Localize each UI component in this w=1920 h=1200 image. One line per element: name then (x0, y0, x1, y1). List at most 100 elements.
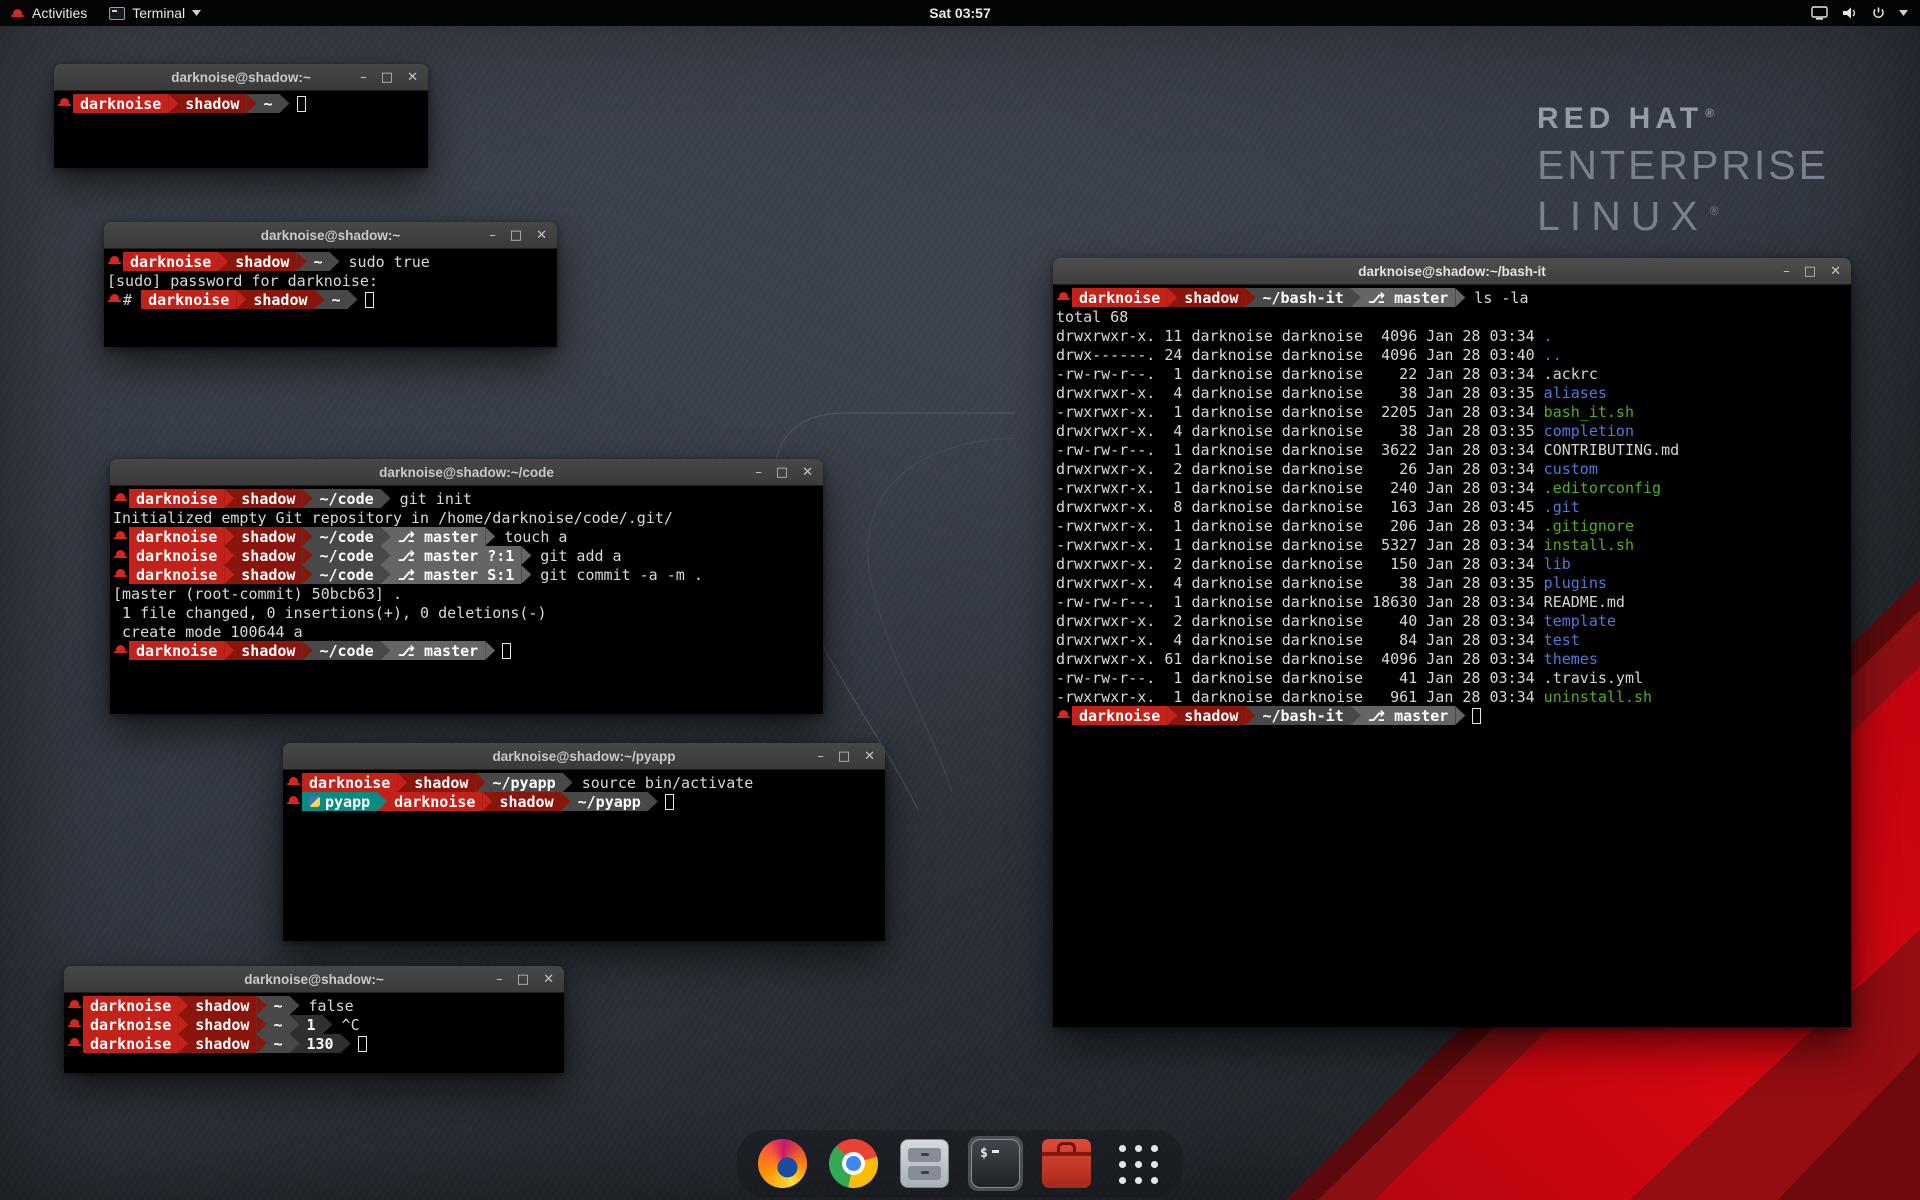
maximize-button[interactable]: □ (510, 229, 522, 242)
terminal-line: -rw-rw-r--. 1 darknoise darknoise 3622 J… (1056, 440, 1851, 459)
text-cursor (665, 794, 674, 810)
close-button[interactable]: ✕ (407, 71, 418, 84)
powerline-separator-icon (521, 565, 531, 584)
window-controls: – □ ✕ (1783, 258, 1841, 284)
terminal-text: -rwxrwxr-x. 1 darknoise darknoise 2205 J… (1056, 402, 1544, 421)
prompt-segment: darknoise (83, 1015, 178, 1034)
window-controls: – □ ✕ (755, 459, 813, 485)
powerline-separator-icon (302, 489, 312, 508)
terminal-line: darknoiseshadow~ (57, 94, 428, 113)
minimize-button[interactable]: – (360, 71, 367, 84)
powerline-separator-icon (224, 641, 234, 660)
prompt-segment: darknoise (141, 290, 236, 309)
minimize-button[interactable]: – (1783, 265, 1790, 278)
redhat-icon (113, 565, 129, 584)
terminal-content[interactable]: darknoiseshadow~/bash-it⎇ master ls -lat… (1053, 285, 1851, 1027)
powerline-separator-icon (330, 252, 340, 271)
dock-item-show-applications[interactable] (1110, 1136, 1165, 1191)
redhat-icon (57, 94, 73, 113)
window-titlebar[interactable]: darknoise@shadow:~ – □ ✕ (54, 64, 428, 91)
window-titlebar[interactable]: darknoise@shadow:~/bash-it–□✕ (1053, 258, 1851, 285)
terminal-text: -rw-rw-r--. 1 darknoise darknoise 41 Jan… (1056, 668, 1544, 687)
close-button[interactable]: ✕ (802, 466, 813, 479)
dock-item-files[interactable] (897, 1136, 952, 1191)
dock-item-firefox[interactable] (755, 1136, 810, 1191)
powerline-separator-icon (381, 546, 391, 565)
file-name: bash_it.sh (1544, 402, 1634, 421)
terminal-content[interactable]: darknoiseshadow~ sudo true[sudo] passwor… (104, 249, 557, 347)
terminal-window-home-2: darknoise@shadow:~–□✕darknoiseshadow~ fa… (64, 966, 564, 1073)
file-name: completion (1544, 421, 1634, 440)
window-title: darknoise@shadow:~/code (379, 465, 554, 480)
terminal-text: drwxrwxr-x. 4 darknoise darknoise 38 Jan… (1056, 383, 1544, 402)
terminal-line: pyappdarknoiseshadow~/pyapp (286, 792, 885, 811)
terminal-text: drwxrwxr-x. 4 darknoise darknoise 38 Jan… (1056, 573, 1544, 592)
terminal-line: total 68 (1056, 307, 1851, 326)
close-button[interactable]: ✕ (543, 973, 554, 986)
maximize-button[interactable]: □ (776, 466, 788, 479)
terminal-content[interactable]: darknoiseshadow~/pyapp source bin/activa… (283, 770, 885, 941)
app-menu-terminal[interactable]: Terminal (98, 0, 212, 26)
prompt-segment: ⎇ master (391, 527, 486, 546)
file-name: .gitignore (1544, 516, 1634, 535)
window-title: darknoise@shadow:~ (171, 70, 311, 85)
terminal-text: drwxrwxr-x. 2 darknoise darknoise 150 Ja… (1056, 554, 1544, 573)
app-menu-label: Terminal (132, 5, 185, 21)
dock-item-chrome[interactable] (826, 1136, 881, 1191)
powerline-separator-icon (246, 94, 256, 113)
window-title: darknoise@shadow:~/pyapp (492, 749, 675, 764)
terminal-text: drwxrwxr-x. 11 darknoise darknoise 4096 … (1056, 326, 1544, 345)
powerline-separator-icon (323, 1015, 333, 1034)
prompt-segment: shadow (228, 252, 296, 271)
chrome-icon (829, 1139, 878, 1188)
system-status-area[interactable] (1811, 6, 1920, 20)
window-titlebar[interactable]: darknoise@shadow:~/code – □ ✕ (110, 459, 823, 486)
maximize-button[interactable]: □ (838, 750, 850, 763)
powerline-separator-icon (302, 641, 312, 660)
minimize-button[interactable]: – (817, 750, 824, 763)
terminal-text: -rw-rw-r--. 1 darknoise darknoise 22 Jan… (1056, 364, 1544, 383)
terminal-line: # darknoiseshadow~ (107, 290, 557, 309)
terminal-text: touch a (495, 527, 567, 546)
dock-item-terminal[interactable] (968, 1136, 1023, 1191)
redhat-icon (107, 252, 123, 271)
terminal-content[interactable]: darknoiseshadow~/code git initInitialize… (110, 486, 823, 714)
powerline-separator-icon (381, 527, 391, 546)
maximize-button[interactable]: □ (381, 71, 393, 84)
terminal-text: drwxrwxr-x. 4 darknoise darknoise 38 Jan… (1056, 421, 1544, 440)
minimize-button[interactable]: – (496, 973, 503, 986)
maximize-button[interactable]: □ (1804, 265, 1816, 278)
prompt-segment: 130 (300, 1034, 341, 1053)
powerline-separator-icon (290, 1015, 300, 1034)
terminal-content[interactable]: darknoiseshadow~ falsedarknoiseshadow~1 … (64, 993, 564, 1073)
prompt-segment: ~ (325, 290, 348, 309)
prompt-segment: darknoise (129, 489, 224, 508)
powerline-separator-icon (224, 565, 234, 584)
close-button[interactable]: ✕ (1830, 265, 1841, 278)
window-titlebar[interactable]: darknoise@shadow:~/pyapp – □ ✕ (283, 743, 885, 770)
terminal-text: -rwxrwxr-x. 1 darknoise darknoise 5327 J… (1056, 535, 1544, 554)
minimize-button[interactable]: – (755, 466, 762, 479)
powerline-separator-icon (1351, 706, 1361, 725)
clock[interactable]: Sat 03:57 (929, 5, 990, 21)
chevron-down-icon (1899, 10, 1908, 16)
powerline-separator-icon (178, 996, 188, 1015)
dock-item-toolbox[interactable] (1039, 1136, 1094, 1191)
window-titlebar[interactable]: darknoise@shadow:~–□✕ (64, 966, 564, 993)
powerline-separator-icon (224, 527, 234, 546)
prompt-segment: darknoise (1072, 706, 1167, 725)
powerline-separator-icon (482, 792, 492, 811)
prompt-segment: ~/pyapp (571, 792, 648, 811)
close-button[interactable]: ✕ (864, 750, 875, 763)
terminal-line: -rw-rw-r--. 1 darknoise darknoise 41 Jan… (1056, 668, 1851, 687)
terminal-line: -rwxrwxr-x. 1 darknoise darknoise 961 Ja… (1056, 687, 1851, 706)
powerline-separator-icon (168, 94, 178, 113)
minimize-button[interactable]: – (489, 229, 496, 242)
window-titlebar[interactable]: darknoise@shadow:~–□✕ (104, 222, 557, 249)
terminal-line: [master (root-commit) 50bcb63] . (113, 584, 823, 603)
terminal-text: sudo true (340, 252, 430, 271)
activities-button[interactable]: Activities (0, 0, 98, 26)
close-button[interactable]: ✕ (536, 229, 547, 242)
terminal-content[interactable]: darknoiseshadow~ (54, 91, 428, 168)
maximize-button[interactable]: □ (517, 973, 529, 986)
